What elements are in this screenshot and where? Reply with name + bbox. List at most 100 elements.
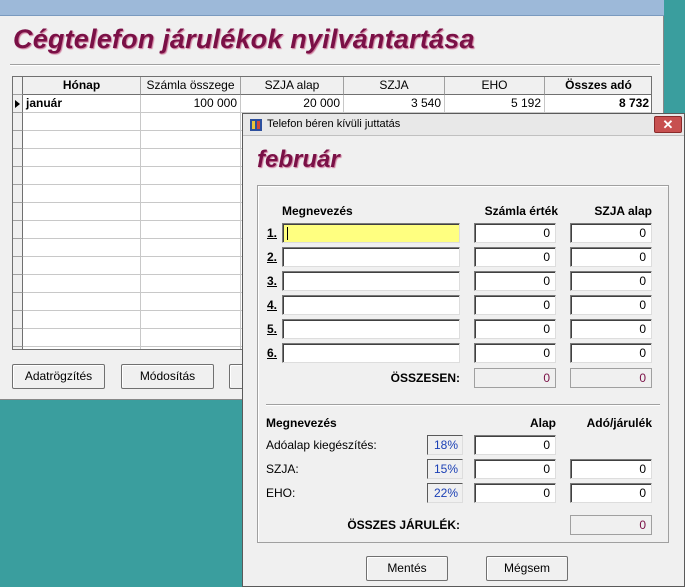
- row-indicator[interactable]: [13, 203, 23, 221]
- table-cell-empty[interactable]: [141, 311, 241, 329]
- table-cell-empty[interactable]: [23, 239, 141, 257]
- tax-amount-eho[interactable]: 0: [570, 483, 652, 503]
- row-indicator[interactable]: [13, 239, 23, 257]
- column-header-szamla-osszege[interactable]: Számla összege: [141, 77, 241, 95]
- item-value-input-3[interactable]: 0: [474, 271, 556, 291]
- row-indicator[interactable]: [13, 167, 23, 185]
- row-indicator[interactable]: [13, 311, 23, 329]
- table-cell-empty[interactable]: [23, 167, 141, 185]
- table-cell-empty[interactable]: [141, 131, 241, 149]
- row-indicator[interactable]: [13, 221, 23, 239]
- item-base-input-2[interactable]: 0: [570, 247, 652, 267]
- table-cell-honap[interactable]: január: [23, 95, 141, 113]
- table-cell-empty[interactable]: [23, 347, 141, 349]
- table-cell-szamla[interactable]: 100 000: [141, 95, 241, 113]
- panel-divider: [266, 404, 660, 406]
- item-value-input-4[interactable]: 0: [474, 295, 556, 315]
- items-total-label: ÖSSZESEN:: [390, 371, 460, 385]
- adatrogzites-button[interactable]: Adatrögzítés: [12, 364, 105, 389]
- item-name-input-5[interactable]: [282, 319, 460, 339]
- row-indicator[interactable]: [13, 185, 23, 203]
- column-header-eho[interactable]: EHO: [445, 77, 545, 95]
- table-cell-szja[interactable]: 3 540: [344, 95, 445, 113]
- row-indicator[interactable]: [13, 257, 23, 275]
- row-indicator[interactable]: [13, 149, 23, 167]
- save-button[interactable]: Mentés: [366, 556, 448, 581]
- item-name-input-2[interactable]: [282, 247, 460, 267]
- table-cell-empty[interactable]: [141, 149, 241, 167]
- table-cell-empty[interactable]: [23, 221, 141, 239]
- table-cell-empty[interactable]: [23, 293, 141, 311]
- items-header-value: Számla érték: [484, 204, 558, 218]
- table-cell-empty[interactable]: [23, 275, 141, 293]
- form-panel: Megnevezés Számla érték SZJA alap 1. 0 0…: [257, 185, 669, 543]
- row-indicator[interactable]: [13, 113, 23, 131]
- table-cell-szja-alap[interactable]: 20 000: [241, 95, 344, 113]
- table-cell-empty[interactable]: [23, 149, 141, 167]
- table-cell-empty[interactable]: [141, 167, 241, 185]
- tax-rate-adoalap: 18%: [427, 435, 463, 455]
- modositas-button[interactable]: Módosítás: [121, 364, 214, 389]
- table-cell-empty[interactable]: [141, 203, 241, 221]
- phone-benefit-dialog: Telefon béren kívüli juttatás ✕ február …: [242, 113, 685, 587]
- item-number-3: 3.: [267, 274, 278, 288]
- item-value-input-6[interactable]: 0: [474, 343, 556, 363]
- column-header-szja[interactable]: SZJA: [344, 77, 445, 95]
- column-header-szja-alap[interactable]: SZJA alap: [241, 77, 344, 95]
- table-cell-empty[interactable]: [23, 203, 141, 221]
- row-indicator[interactable]: [13, 329, 23, 347]
- tax-base-eho[interactable]: 0: [474, 483, 556, 503]
- item-base-input-1[interactable]: 0: [570, 223, 652, 243]
- row-indicator[interactable]: [13, 347, 23, 349]
- table-cell-empty[interactable]: [23, 113, 141, 131]
- tax-header-name: Megnevezés: [266, 416, 337, 430]
- table-cell-empty[interactable]: [141, 239, 241, 257]
- table-cell-empty[interactable]: [141, 275, 241, 293]
- table-cell-empty[interactable]: [141, 347, 241, 349]
- table-cell-empty[interactable]: [141, 221, 241, 239]
- row-indicator[interactable]: [13, 131, 23, 149]
- row-indicator[interactable]: [13, 293, 23, 311]
- item-value-input-5[interactable]: 0: [474, 319, 556, 339]
- table-cell-empty[interactable]: [141, 113, 241, 131]
- item-number-5: 5.: [267, 322, 278, 336]
- item-name-input-6[interactable]: [282, 343, 460, 363]
- tax-total-label: ÖSSZES JÁRULÉK:: [347, 518, 460, 532]
- app-icon: [250, 119, 262, 131]
- item-value-input-1[interactable]: 0: [474, 223, 556, 243]
- item-base-input-5[interactable]: 0: [570, 319, 652, 339]
- cancel-button[interactable]: Mégsem: [486, 556, 568, 581]
- row-indicator[interactable]: [13, 95, 23, 113]
- table-cell-empty[interactable]: [23, 185, 141, 203]
- cancel-label: Mégsem: [503, 561, 550, 575]
- dialog-title-bar[interactable]: Telefon béren kívüli juttatás ✕: [243, 114, 684, 136]
- column-header-osszes-ado[interactable]: Összes adó: [545, 77, 651, 95]
- table-cell-eho[interactable]: 5 192: [445, 95, 545, 113]
- item-base-input-3[interactable]: 0: [570, 271, 652, 291]
- table-cell-empty[interactable]: [141, 329, 241, 347]
- tax-base-szja[interactable]: 0: [474, 459, 556, 479]
- item-name-input-4[interactable]: [282, 295, 460, 315]
- tax-amount-szja[interactable]: 0: [570, 459, 652, 479]
- item-base-input-6[interactable]: 0: [570, 343, 652, 363]
- tax-base-adoalap[interactable]: 0: [474, 435, 556, 455]
- table-cell-osszes[interactable]: 8 732: [545, 95, 651, 113]
- table-cell-empty[interactable]: [141, 257, 241, 275]
- tax-header-tax: Adó/járulék: [586, 416, 652, 430]
- table-cell-empty[interactable]: [23, 131, 141, 149]
- close-button[interactable]: ✕: [654, 116, 682, 133]
- column-header-honap[interactable]: Hónap: [23, 77, 141, 95]
- item-base-input-4[interactable]: 0: [570, 295, 652, 315]
- table-cell-empty[interactable]: [141, 185, 241, 203]
- dialog-month-heading: február: [257, 146, 340, 173]
- main-window-top-bar: [0, 0, 664, 16]
- item-name-input-1[interactable]: [282, 223, 460, 243]
- table-cell-empty[interactable]: [23, 311, 141, 329]
- table-cell-empty[interactable]: [23, 329, 141, 347]
- text-caret: [287, 227, 288, 240]
- item-name-input-3[interactable]: [282, 271, 460, 291]
- item-value-input-2[interactable]: 0: [474, 247, 556, 267]
- row-indicator[interactable]: [13, 275, 23, 293]
- table-cell-empty[interactable]: [23, 257, 141, 275]
- table-cell-empty[interactable]: [141, 293, 241, 311]
